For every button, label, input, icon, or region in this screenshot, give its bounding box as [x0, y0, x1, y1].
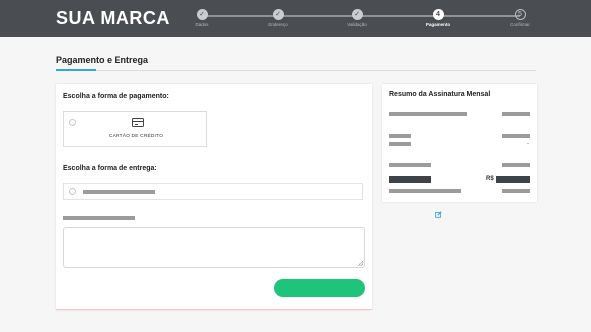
step-label: Pagamento: [425, 22, 451, 27]
summary-line-value: [502, 134, 530, 138]
payment-question: Escolha a forma de pagamento:: [63, 93, 169, 100]
step-number: 5: [514, 9, 526, 20]
step-label: Validação: [347, 22, 367, 27]
check-icon: ✓: [196, 9, 208, 20]
step-endereco[interactable]: ✓ Endereço: [253, 9, 303, 27]
card-bottom-border: [56, 309, 372, 310]
brand-logo[interactable]: SUA MARCA: [56, 8, 170, 29]
summary-line-value: [502, 112, 530, 116]
step-number: 4: [432, 9, 444, 20]
step-label: Dados: [195, 22, 209, 27]
step-label: Endereço: [268, 22, 288, 27]
summary-line-value: [502, 163, 530, 167]
currency-symbol: R$: [486, 176, 494, 182]
summary-line-value: [502, 189, 530, 193]
notes-textarea[interactable]: [63, 227, 365, 268]
continue-button[interactable]: [274, 279, 365, 297]
step-pagamento[interactable]: 4 Pagamento: [413, 9, 463, 27]
radio-button[interactable]: [69, 188, 76, 195]
summary-total-label: [389, 176, 431, 183]
payment-option-label: CARTÃO DE CRÉDITO: [108, 134, 164, 139]
payment-option-credit-card[interactable]: CARTÃO DE CRÉDITO: [63, 111, 207, 147]
summary-line-label: [389, 134, 411, 138]
page-title: Pagamento e Entrega: [56, 55, 149, 65]
step-validacao[interactable]: ✓ Validação: [332, 9, 382, 27]
step-label: Confirmar: [510, 22, 530, 27]
check-icon: ✓: [351, 9, 363, 20]
shipping-option-placeholder: [83, 190, 155, 194]
credit-card-icon: [132, 118, 144, 127]
check-icon: ✓: [272, 9, 284, 20]
summary-dash: -: [527, 141, 529, 147]
step-confirmar[interactable]: 5 Confirmar: [495, 9, 545, 27]
top-bar: SUA MARCA ✓ Dados ✓ Endereço ✓ Validação…: [0, 0, 591, 37]
notes-label-placeholder: [63, 216, 135, 220]
radio-button[interactable]: [69, 119, 76, 126]
summary-title: Resumo da Assinatura Mensal: [389, 91, 491, 98]
edit-icon[interactable]: [435, 211, 442, 218]
summary-line-label: [389, 189, 461, 193]
resize-grip-icon[interactable]: [358, 261, 363, 266]
shipping-question: Escolha a forma de entrega:: [63, 165, 157, 172]
section-divider: [56, 70, 536, 71]
step-dados[interactable]: ✓ Dados: [177, 9, 227, 27]
summary-total-value: [496, 176, 530, 183]
shipping-option[interactable]: [63, 183, 363, 200]
section-accent-underline: [56, 69, 96, 71]
summary-line-label: [389, 112, 467, 116]
summary-line-label: [389, 142, 411, 146]
summary-line-label: [389, 163, 431, 167]
